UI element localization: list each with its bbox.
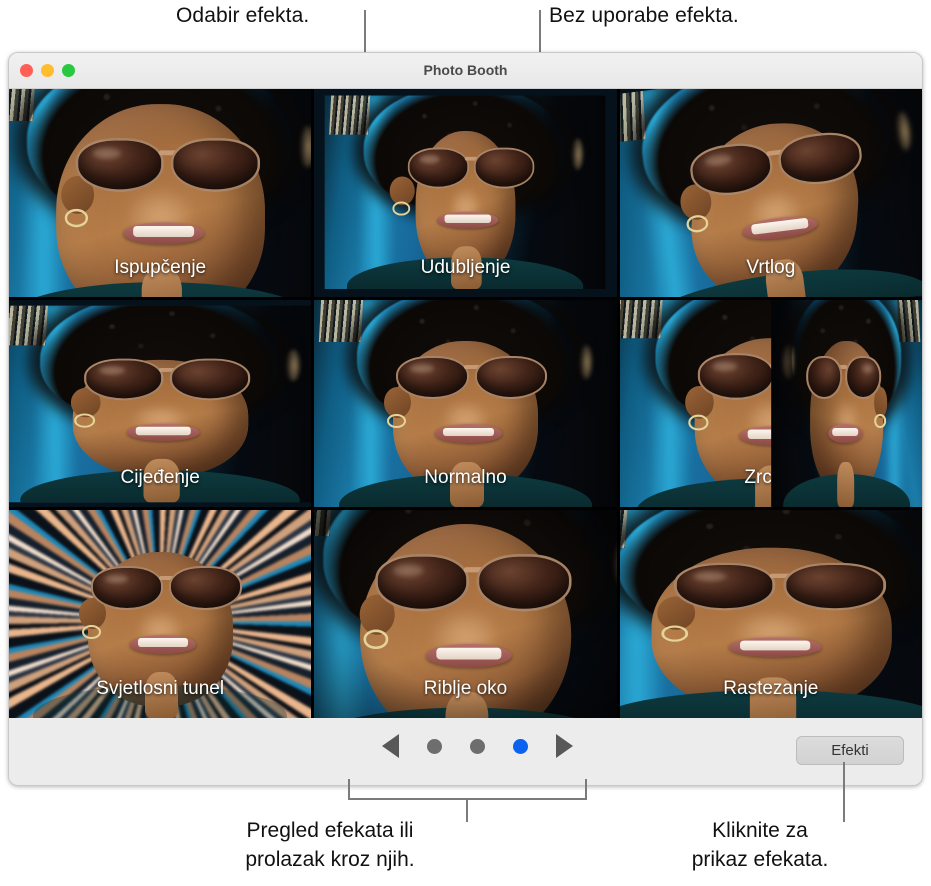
effects-grid: Ispupčenje Udubljenje Vrtlog Cijeđenje N… bbox=[9, 89, 922, 718]
window-titlebar[interactable]: Photo Booth bbox=[9, 53, 922, 89]
callout-no-effect: Bez uporabe efekta. bbox=[549, 4, 739, 27]
effect-cell-light-tunnel[interactable]: Svjetlosni tunel bbox=[9, 510, 312, 718]
page-dot-2[interactable] bbox=[470, 738, 485, 754]
effect-preview-twirl bbox=[619, 89, 922, 297]
effects-pager bbox=[9, 734, 922, 758]
callout-preview-effects-line2: prolazak kroz njih. bbox=[245, 848, 415, 871]
screenshot-root: Odabir efekta. Bez uporabe efekta. Photo… bbox=[0, 0, 931, 886]
callout-bracket-pager-left-tick bbox=[348, 779, 350, 800]
bottom-toolbar: Efekti bbox=[9, 718, 922, 784]
callout-show-effects-line1: Kliknite za bbox=[712, 819, 808, 842]
callout-preview-effects-line1: Pregled efekata ili bbox=[246, 819, 414, 842]
effect-cell-fisheye[interactable]: Riblje oko bbox=[314, 510, 617, 718]
callout-choose-effect: Odabir efekta. bbox=[176, 4, 310, 27]
callout-bracket-pager-right-tick bbox=[585, 779, 587, 800]
window-title: Photo Booth bbox=[423, 62, 508, 78]
effect-cell-bulge[interactable]: Ispupčenje bbox=[9, 89, 312, 297]
effect-preview-light-tunnel bbox=[9, 510, 312, 718]
callout-leader-effects-button bbox=[843, 762, 845, 822]
callout-leader-pager-stem bbox=[466, 798, 468, 822]
effects-button[interactable]: Efekti bbox=[796, 736, 904, 765]
page-dot-3[interactable] bbox=[513, 738, 528, 754]
effect-preview-pinch bbox=[314, 89, 616, 297]
effect-preview-fisheye bbox=[314, 510, 617, 718]
effect-cell-normal[interactable]: Normalno bbox=[314, 299, 617, 508]
effect-cell-mirror[interactable]: Zrcalo bbox=[619, 299, 922, 508]
page-dot-1[interactable] bbox=[427, 738, 442, 754]
callout-preview-effects: Pregled efekata ili prolazak kroz njih. bbox=[196, 816, 464, 874]
effect-preview-normal bbox=[314, 299, 617, 508]
callout-show-effects: Kliknite za prikaz efekata. bbox=[640, 816, 880, 874]
triangle-right-icon[interactable] bbox=[556, 734, 573, 758]
photo-booth-window: Photo Booth Ispupčenje Udubljenje Vrtlog… bbox=[8, 52, 923, 786]
effect-cell-pinch[interactable]: Udubljenje bbox=[314, 89, 617, 297]
effect-cell-twirl[interactable]: Vrtlog bbox=[619, 89, 922, 297]
effect-preview-squeeze bbox=[9, 300, 312, 508]
effect-preview-mirror bbox=[619, 299, 922, 508]
effect-cell-squeeze[interactable]: Cijeđenje bbox=[9, 299, 312, 508]
effect-preview-stretch bbox=[619, 510, 922, 718]
effect-cell-stretch[interactable]: Rastezanje bbox=[619, 510, 922, 718]
callout-show-effects-line2: prikaz efekata. bbox=[691, 848, 829, 871]
triangle-left-icon[interactable] bbox=[382, 734, 399, 758]
effect-preview-bulge bbox=[9, 89, 312, 297]
